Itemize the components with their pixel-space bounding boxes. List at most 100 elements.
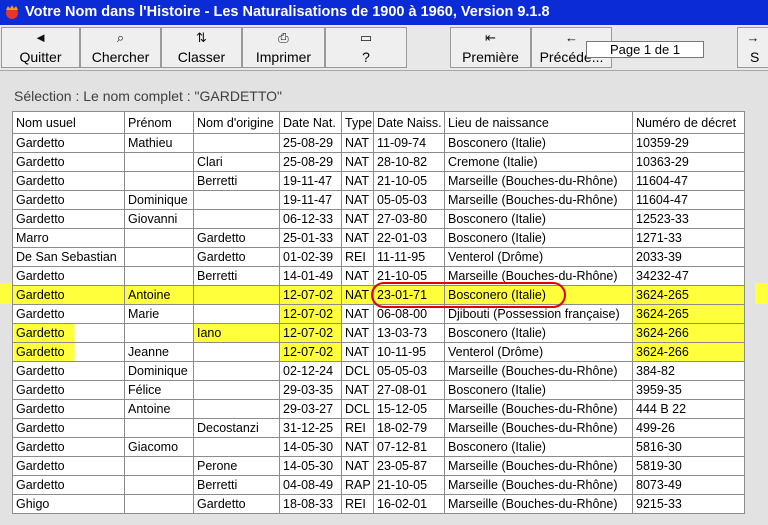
table-cell: Cremone (Italie) <box>444 152 633 172</box>
table-row[interactable]: Gardetto Berretti 04-08-49 RAP 21-10-05 Marse… <box>12 475 745 495</box>
table-cell: Gardetto <box>12 380 125 400</box>
print-button[interactable]: ⎙ Imprimer <box>242 27 325 68</box>
table-cell: REI <box>341 247 374 267</box>
table-cell: Antoine <box>124 399 194 419</box>
table-cell: Gardetto <box>12 133 125 153</box>
table-cell <box>124 456 194 476</box>
table-cell: 12523-33 <box>632 209 745 229</box>
table-cell <box>193 304 280 324</box>
table-cell <box>124 494 194 514</box>
table-row[interactable]: Ghigo Gardetto 18-08-33 REI 16-02-01 Marseill… <box>12 494 745 514</box>
back-arrow-icon: ◄ <box>34 30 47 45</box>
table-cell: NAT <box>341 323 374 343</box>
table-cell <box>193 133 280 153</box>
toolbar: ◄ Quitter ⌕ Chercher ⇅ Classer ⎙ Imprime… <box>0 25 768 71</box>
table-cell: Marseille (Bouches-du-Rhône) <box>444 171 633 191</box>
first-page-button[interactable]: ⇤ Première <box>450 27 531 68</box>
table-cell: 27-03-80 <box>373 209 445 229</box>
table-cell: 28-10-82 <box>373 152 445 172</box>
table-row[interactable]: De San Sebastian Gardetto 01-02-39 REI 11-11… <box>12 247 745 267</box>
first-page-icon: ⇤ <box>485 30 496 45</box>
table-cell: Marro <box>12 228 125 248</box>
table-cell: Jeanne <box>124 342 194 362</box>
next-icon: → <box>746 30 760 45</box>
binoculars-icon: ⌕ <box>116 30 125 45</box>
table-cell: 19-11-47 <box>279 171 342 191</box>
table-cell <box>124 266 194 286</box>
table-cell: Venterol (Drôme) <box>444 247 633 267</box>
table-cell: 13-03-73 <box>373 323 445 343</box>
column-header-prenom[interactable]: Prénom <box>124 111 194 134</box>
table-cell: NAT <box>341 190 374 210</box>
table-cell: 3624-265 <box>632 285 745 305</box>
table-cell <box>193 399 280 419</box>
table-row[interactable]: Gardetto Decostanzi 31-12-25 REI 18-02-79 Mar… <box>12 418 745 438</box>
table-cell <box>193 209 280 229</box>
table-cell: Gardetto <box>193 228 280 248</box>
column-header-date-nat[interactable]: Date Nat. <box>279 111 342 134</box>
column-header-nom-usuel[interactable]: Nom usuel <box>12 111 125 134</box>
table-cell: Bosconero (Italie) <box>444 209 633 229</box>
table-cell: 11604-47 <box>632 190 745 210</box>
table-cell: Dominique <box>124 361 194 381</box>
table-cell: 499-26 <box>632 418 745 438</box>
table-cell <box>124 171 194 191</box>
table-cell: Gardetto <box>12 209 125 229</box>
table-cell: 34232-47 <box>632 266 745 286</box>
table-cell: Marseille (Bouches-du-Rhône) <box>444 418 633 438</box>
column-header-numero-decret[interactable]: Numéro de décret <box>632 111 745 134</box>
title-bar: Votre Nom dans l'Histoire - Les Naturali… <box>0 0 768 25</box>
table-cell: 14-05-30 <box>279 437 342 457</box>
table-row[interactable]: Gardetto Giovanni 06-12-33 NAT 27-03-80 Bosco… <box>12 209 745 229</box>
column-header-lieu-naissance[interactable]: Lieu de naissance <box>444 111 633 134</box>
table-cell: 10363-29 <box>632 152 745 172</box>
table-cell: Gardetto <box>12 171 125 191</box>
quit-button[interactable]: ◄ Quitter <box>1 27 80 68</box>
column-header-nom-origine[interactable]: Nom d'origine <box>193 111 280 134</box>
table-cell: NAT <box>341 228 374 248</box>
print-label: Imprimer <box>255 49 312 65</box>
highlight-marker-right <box>755 283 768 304</box>
column-header-date-naiss[interactable]: Date Naiss. <box>373 111 445 134</box>
table-cell: 12-07-02 <box>279 342 342 362</box>
table-row[interactable]: Gardetto Iano 12-07-02 NAT 13-03-73 Bosconero… <box>12 323 745 343</box>
table-row[interactable]: Gardetto Antoine 29-03-27 DCL 15-12-05 Marsei… <box>12 399 745 419</box>
table-cell: 11-11-95 <box>373 247 445 267</box>
table-cell: Gardetto <box>193 247 280 267</box>
table-row[interactable]: Gardetto Mathieu 25-08-29 NAT 11-09-74 Boscon… <box>12 133 745 153</box>
table-row[interactable]: Gardetto Clari 25-08-29 NAT 28-10-82 Cremone … <box>12 152 745 172</box>
selection-label: Sélection : Le nom complet : "GARDETTO" <box>14 88 283 104</box>
table-row[interactable]: Gardetto Félice 29-03-35 NAT 27-08-01 Boscone… <box>12 380 745 400</box>
column-header-type[interactable]: Type <box>341 111 374 134</box>
table-cell: 06-12-33 <box>279 209 342 229</box>
table-cell: 5819-30 <box>632 456 745 476</box>
table-cell: 25-08-29 <box>279 152 342 172</box>
table-row[interactable]: Marro Gardetto 25-01-33 NAT 22-01-03 Bosconer… <box>12 228 745 248</box>
search-button[interactable]: ⌕ Chercher <box>80 27 161 68</box>
table-cell <box>193 342 280 362</box>
table-row[interactable]: Gardetto Jeanne 12-07-02 NAT 10-11-95 Ventero… <box>12 342 745 362</box>
table-cell: Bosconero (Italie) <box>444 133 633 153</box>
table-cell: 15-12-05 <box>373 399 445 419</box>
table-cell: 12-07-02 <box>279 285 342 305</box>
table-cell: 29-03-27 <box>279 399 342 419</box>
table-cell: 1271-33 <box>632 228 745 248</box>
table-row[interactable]: Gardetto Marie 12-07-02 NAT 06-08-00 Djibouti… <box>12 304 745 324</box>
annotation-circle <box>371 282 566 308</box>
table-row[interactable]: Gardetto Dominique 19-11-47 NAT 05-05-03 Mars… <box>12 190 745 210</box>
table-cell <box>124 323 194 343</box>
table-cell: Gardetto <box>12 399 125 419</box>
next-page-button[interactable]: → S <box>737 27 768 68</box>
sort-button[interactable]: ⇅ Classer <box>161 27 242 68</box>
table-cell: Bosconero (Italie) <box>444 228 633 248</box>
table-cell: 2033-39 <box>632 247 745 267</box>
help-button[interactable]: ▭ ? <box>325 27 407 68</box>
table-row[interactable]: Gardetto Giacomo 14-05-30 NAT 07-12-81 Boscon… <box>12 437 745 457</box>
table-cell: NAT <box>341 437 374 457</box>
table-row[interactable]: Gardetto Perone 14-05-30 NAT 23-05-87 Marseil… <box>12 456 745 476</box>
table-row[interactable]: Gardetto Dominique 02-12-24 DCL 05-05-03 Mars… <box>12 361 745 381</box>
table-cell: Marseille (Bouches-du-Rhône) <box>444 399 633 419</box>
results-table[interactable]: Nom usuel Prénom Nom d'origine Date Nat.… <box>12 111 745 514</box>
table-cell: 29-03-35 <box>279 380 342 400</box>
table-row[interactable]: Gardetto Berretti 19-11-47 NAT 21-10-05 Marse… <box>12 171 745 191</box>
